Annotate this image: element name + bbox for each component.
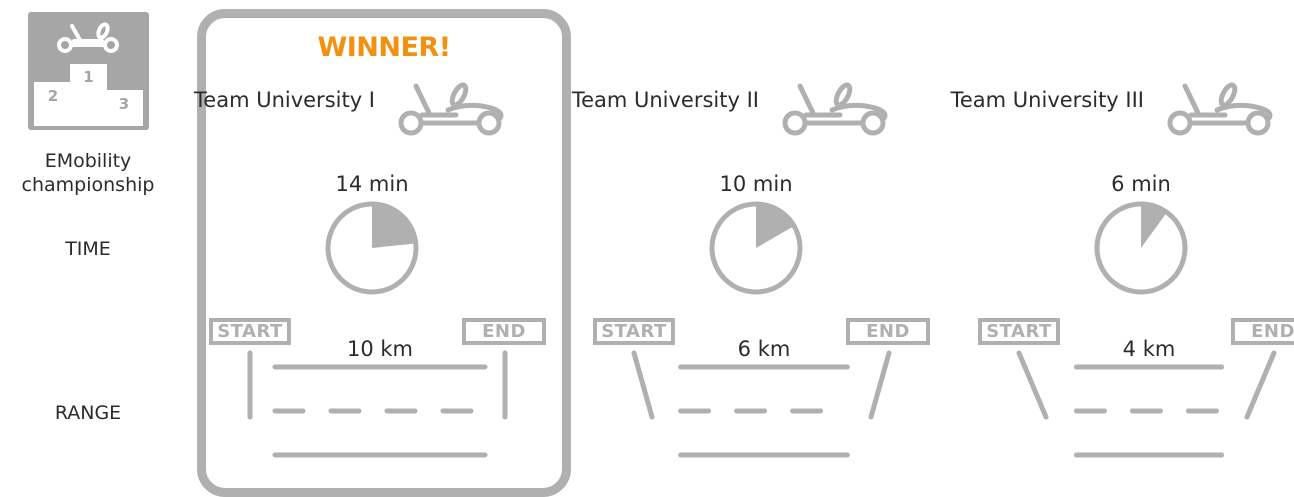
podium-icon: 1 2 3	[28, 12, 149, 130]
go-kart-icon	[782, 82, 888, 136]
team-name: Team University I	[194, 88, 375, 112]
clock-icon	[709, 201, 803, 295]
team-name: Team University II	[571, 88, 759, 112]
clock-icon	[325, 201, 419, 295]
start-flag: START	[978, 318, 1060, 345]
end-flag: END	[462, 318, 546, 345]
end-flag: END	[1231, 318, 1294, 345]
road-icon	[1016, 350, 1277, 458]
podium-graphic: 1 2 3	[34, 22, 143, 126]
start-flag: START	[209, 318, 291, 345]
team-name: Team University III	[950, 88, 1144, 112]
road-icon	[247, 350, 508, 458]
winner-label: WINNER!	[317, 32, 451, 63]
time-slice	[372, 206, 414, 248]
podium-place-2: 2	[48, 87, 58, 105]
end-flag: END	[846, 318, 930, 345]
podium-place-1: 1	[83, 68, 93, 86]
go-kart-icon	[398, 82, 504, 136]
road-icon	[631, 350, 892, 458]
go-kart-icon	[1167, 82, 1273, 136]
podium-place-3: 3	[119, 95, 129, 113]
time-row-label: TIME	[65, 238, 111, 260]
time-value: 6 min	[1111, 172, 1171, 196]
start-flag: START	[593, 318, 675, 345]
clock-icon	[1094, 201, 1188, 295]
time-value: 10 min	[719, 172, 793, 196]
time-value: 14 min	[335, 172, 409, 196]
range-row-label: RANGE	[54, 402, 122, 424]
legend-title: EMobility championship	[21, 150, 155, 196]
